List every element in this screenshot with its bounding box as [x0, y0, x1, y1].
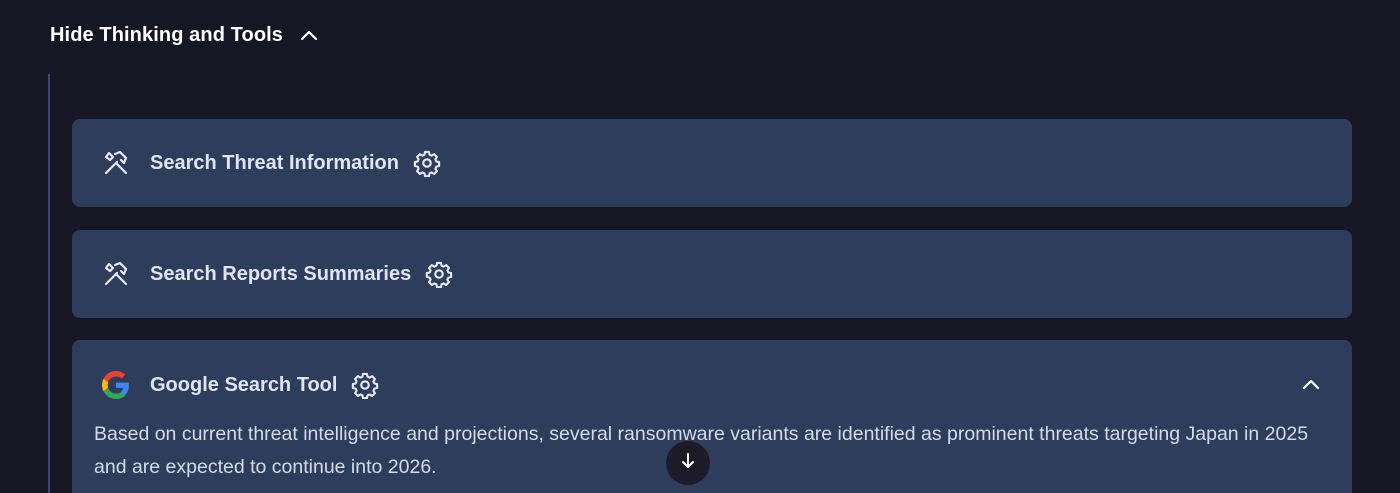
- arrow-down-icon: [680, 452, 696, 475]
- hide-thinking-toggle[interactable]: Hide Thinking and Tools: [50, 18, 319, 52]
- tools-icon: [102, 260, 130, 288]
- thread-line: [48, 74, 50, 493]
- tool-card-google-search-tool[interactable]: Google Search Tool Based on current thre…: [72, 340, 1352, 493]
- tool-card-title: Search Reports Summaries: [150, 262, 412, 285]
- tool-card-title: Google Search Tool: [150, 373, 338, 396]
- tool-card-header[interactable]: Search Threat Information: [102, 119, 441, 207]
- hide-thinking-label: Hide Thinking and Tools: [50, 23, 284, 46]
- tool-card-title: Search Threat Information: [150, 151, 399, 174]
- tool-card-search-threat-information[interactable]: Search Threat Information: [72, 119, 1352, 207]
- tools-icon: [102, 149, 130, 177]
- chevron-up-icon[interactable]: [299, 25, 319, 45]
- gear-icon[interactable]: [351, 371, 379, 399]
- tool-card-header[interactable]: Search Reports Summaries: [102, 230, 453, 318]
- tool-card-header[interactable]: Google Search Tool: [102, 340, 379, 430]
- chat-response-panel: Hide Thinking and Tools Search Threat In…: [0, 0, 1400, 493]
- scroll-to-bottom-button[interactable]: [666, 441, 710, 485]
- tool-card-search-reports-summaries[interactable]: Search Reports Summaries: [72, 230, 1352, 318]
- tool-result-text: Based on current threat intelligence and…: [94, 423, 1309, 478]
- gear-icon[interactable]: [413, 149, 441, 177]
- google-logo-icon: [102, 371, 130, 399]
- gear-icon[interactable]: [425, 260, 453, 288]
- chevron-up-icon[interactable]: [1300, 373, 1322, 395]
